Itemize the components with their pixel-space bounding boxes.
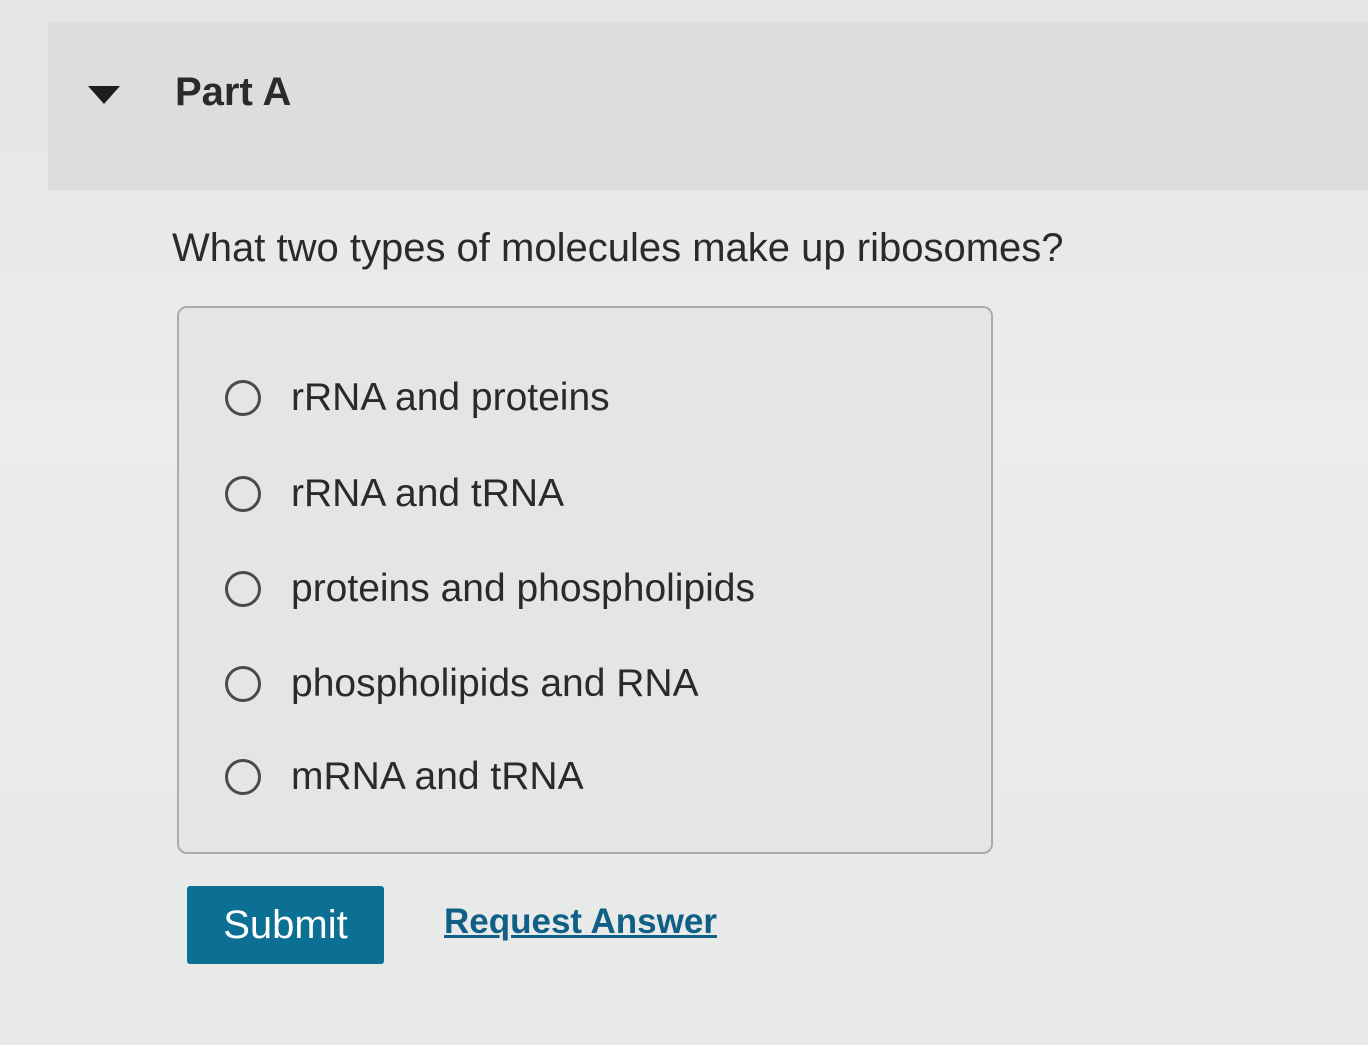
option-proteins-phospholipids[interactable]: proteins and phospholipids <box>225 567 755 611</box>
question-text: What two types of molecules make up ribo… <box>172 226 1064 270</box>
radio-unselected-icon[interactable] <box>225 666 261 702</box>
option-label: rRNA and proteins <box>291 376 610 419</box>
request-answer-link[interactable]: Request Answer <box>444 902 717 942</box>
option-label: rRNA and tRNA <box>291 472 565 515</box>
option-label: phospholipids and RNA <box>291 662 699 705</box>
option-label: proteins and phospholipids <box>291 567 756 610</box>
radio-unselected-icon[interactable] <box>225 476 261 512</box>
caret-down-icon[interactable] <box>88 86 120 104</box>
radio-unselected-icon[interactable] <box>225 380 261 416</box>
radio-unselected-icon[interactable] <box>225 759 261 795</box>
submit-button[interactable]: Submit <box>187 886 384 964</box>
answer-options: rRNA and proteins rRNA and tRNA proteins… <box>177 306 993 854</box>
option-label: mRNA and tRNA <box>291 755 584 798</box>
page: Part A What two types of molecules make … <box>0 0 1368 1045</box>
option-rrna-proteins[interactable]: rRNA and proteins <box>225 376 610 420</box>
option-mrna-trna[interactable]: mRNA and tRNA <box>225 755 584 799</box>
part-title: Part A <box>175 70 292 114</box>
option-phospholipids-rna[interactable]: phospholipids and RNA <box>225 662 699 706</box>
radio-unselected-icon[interactable] <box>225 571 261 607</box>
option-rrna-trna[interactable]: rRNA and tRNA <box>225 472 564 516</box>
